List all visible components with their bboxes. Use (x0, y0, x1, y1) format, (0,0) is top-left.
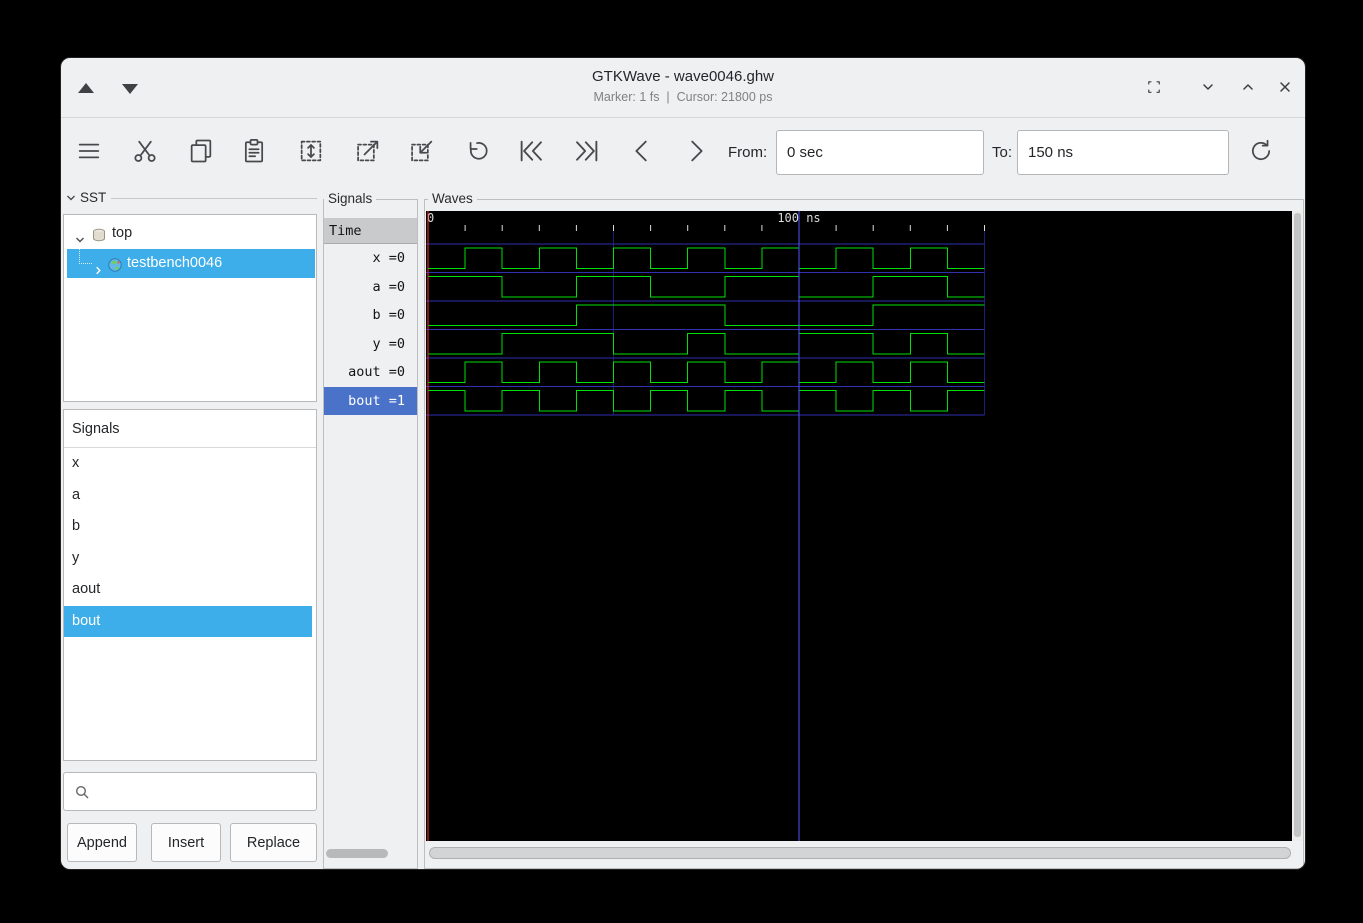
wave-trace-bout (428, 391, 985, 412)
reload-button[interactable] (1239, 131, 1283, 175)
close-icon (1277, 79, 1293, 100)
append-button[interactable]: Append (67, 823, 137, 862)
step-left-button[interactable] (620, 131, 664, 175)
to-input[interactable] (1017, 130, 1229, 175)
search-icon (74, 784, 90, 805)
signals-hscrollbar-thumb[interactable] (326, 849, 388, 858)
copy-icon (187, 137, 215, 170)
signal-list-item-y[interactable]: y (64, 543, 312, 575)
wave-trace-x (428, 248, 985, 269)
wave-row-label-x[interactable]: x =0 (324, 244, 417, 273)
replace-button[interactable]: Replace (230, 823, 317, 862)
chevron-left-icon (627, 136, 657, 171)
close-button[interactable] (1273, 77, 1297, 101)
zoom-in-button[interactable] (346, 131, 390, 175)
wave-trace-a (428, 277, 985, 298)
signal-search-box (63, 772, 317, 811)
paste-icon (240, 137, 268, 170)
desktop-background: GTKWave - wave0046.ghw Marker: 1 fs | Cu… (0, 0, 1363, 923)
chevron-right-icon[interactable] (93, 258, 104, 287)
copy-button[interactable] (179, 131, 223, 175)
sst-expander[interactable] (65, 191, 79, 205)
skip-to-start-icon (516, 136, 546, 171)
from-input[interactable] (776, 130, 984, 175)
maximize-button[interactable] (1236, 77, 1260, 101)
signal-list-item-aout[interactable]: aout (64, 574, 312, 606)
wave-row-label-bout[interactable]: bout =1 (324, 387, 417, 416)
to-end-button[interactable] (565, 131, 609, 175)
tree-row-testbench[interactable]: testbench0046 (67, 249, 315, 278)
signal-list-item-bout[interactable]: bout (64, 606, 312, 638)
chevron-right-icon (681, 136, 711, 171)
waveform-canvas[interactable]: 0100 ns (426, 211, 1292, 841)
entity-globe-icon (107, 255, 123, 284)
insert-button[interactable]: Insert (151, 823, 221, 862)
wave-trace-y (428, 334, 985, 355)
skip-to-end-icon (572, 136, 602, 171)
waveform-area: 0100 ns (426, 211, 1292, 841)
waves-vscrollbar-thumb[interactable] (1294, 213, 1301, 837)
step-right-button[interactable] (674, 131, 718, 175)
signal-list-item-b[interactable]: b (64, 511, 312, 543)
waves-frame-label: Waves (428, 191, 477, 207)
sst-header-label: SST (80, 190, 106, 205)
chevron-down-icon (1200, 79, 1216, 100)
scissors-icon (131, 137, 159, 170)
menu-icon (75, 137, 103, 170)
zoom-fit-button[interactable] (289, 131, 333, 175)
titlebar[interactable]: GTKWave - wave0046.ghw Marker: 1 fs | Cu… (61, 58, 1305, 118)
zoom-out-icon (408, 137, 436, 170)
from-label: From: (728, 131, 767, 175)
sst-tree: top testbench0046 (63, 214, 317, 402)
marker-cursor-status: Marker: 1 fs | Cursor: 21800 ps (61, 90, 1305, 104)
zoom-in-icon (354, 137, 382, 170)
time-column-header: Time (324, 218, 417, 244)
undo-button[interactable] (455, 131, 499, 175)
zoom-out-button[interactable] (400, 131, 444, 175)
restore-icon (1145, 78, 1163, 101)
window-title: GTKWave - wave0046.ghw (61, 68, 1305, 85)
wave-row-label-y[interactable]: y =0 (324, 330, 417, 359)
to-start-button[interactable] (509, 131, 553, 175)
undo-icon (463, 137, 491, 170)
wave-trace-aout (428, 362, 985, 383)
wave-row-label-b[interactable]: b =0 (324, 301, 417, 330)
paste-button[interactable] (232, 131, 276, 175)
restore-button[interactable] (1142, 77, 1166, 101)
chevron-down-icon (65, 191, 77, 208)
signal-list-item-a[interactable]: a (64, 480, 312, 512)
wave-row-label-aout[interactable]: aout =0 (324, 358, 417, 387)
wave-trace-b (428, 305, 985, 326)
wave-row-label-a[interactable]: a =0 (324, 273, 417, 302)
chevron-up-icon (1240, 79, 1256, 100)
signals-frame-label: Signals (324, 191, 376, 207)
zoom-fit-icon (297, 137, 325, 170)
reload-icon (1247, 137, 1275, 170)
waves-hscrollbar-thumb[interactable] (429, 847, 1291, 859)
cut-button[interactable] (123, 131, 167, 175)
gtkwave-window: GTKWave - wave0046.ghw Marker: 1 fs | Cu… (60, 57, 1306, 870)
tree-label-top: top (112, 219, 132, 248)
signals-column-header: Signals (64, 410, 316, 448)
signal-list-item-x[interactable]: x (64, 448, 312, 480)
tree-row-top[interactable]: top (67, 219, 315, 248)
minimize-button[interactable] (1196, 77, 1220, 101)
sst-frame-line (111, 198, 317, 199)
menu-button[interactable] (67, 131, 111, 175)
to-label: To: (992, 131, 1012, 175)
search-input[interactable] (94, 775, 314, 810)
tree-label-testbench: testbench0046 (127, 249, 222, 278)
waves-vscrollbar-track[interactable] (1293, 211, 1302, 841)
tree-connector (79, 249, 92, 264)
